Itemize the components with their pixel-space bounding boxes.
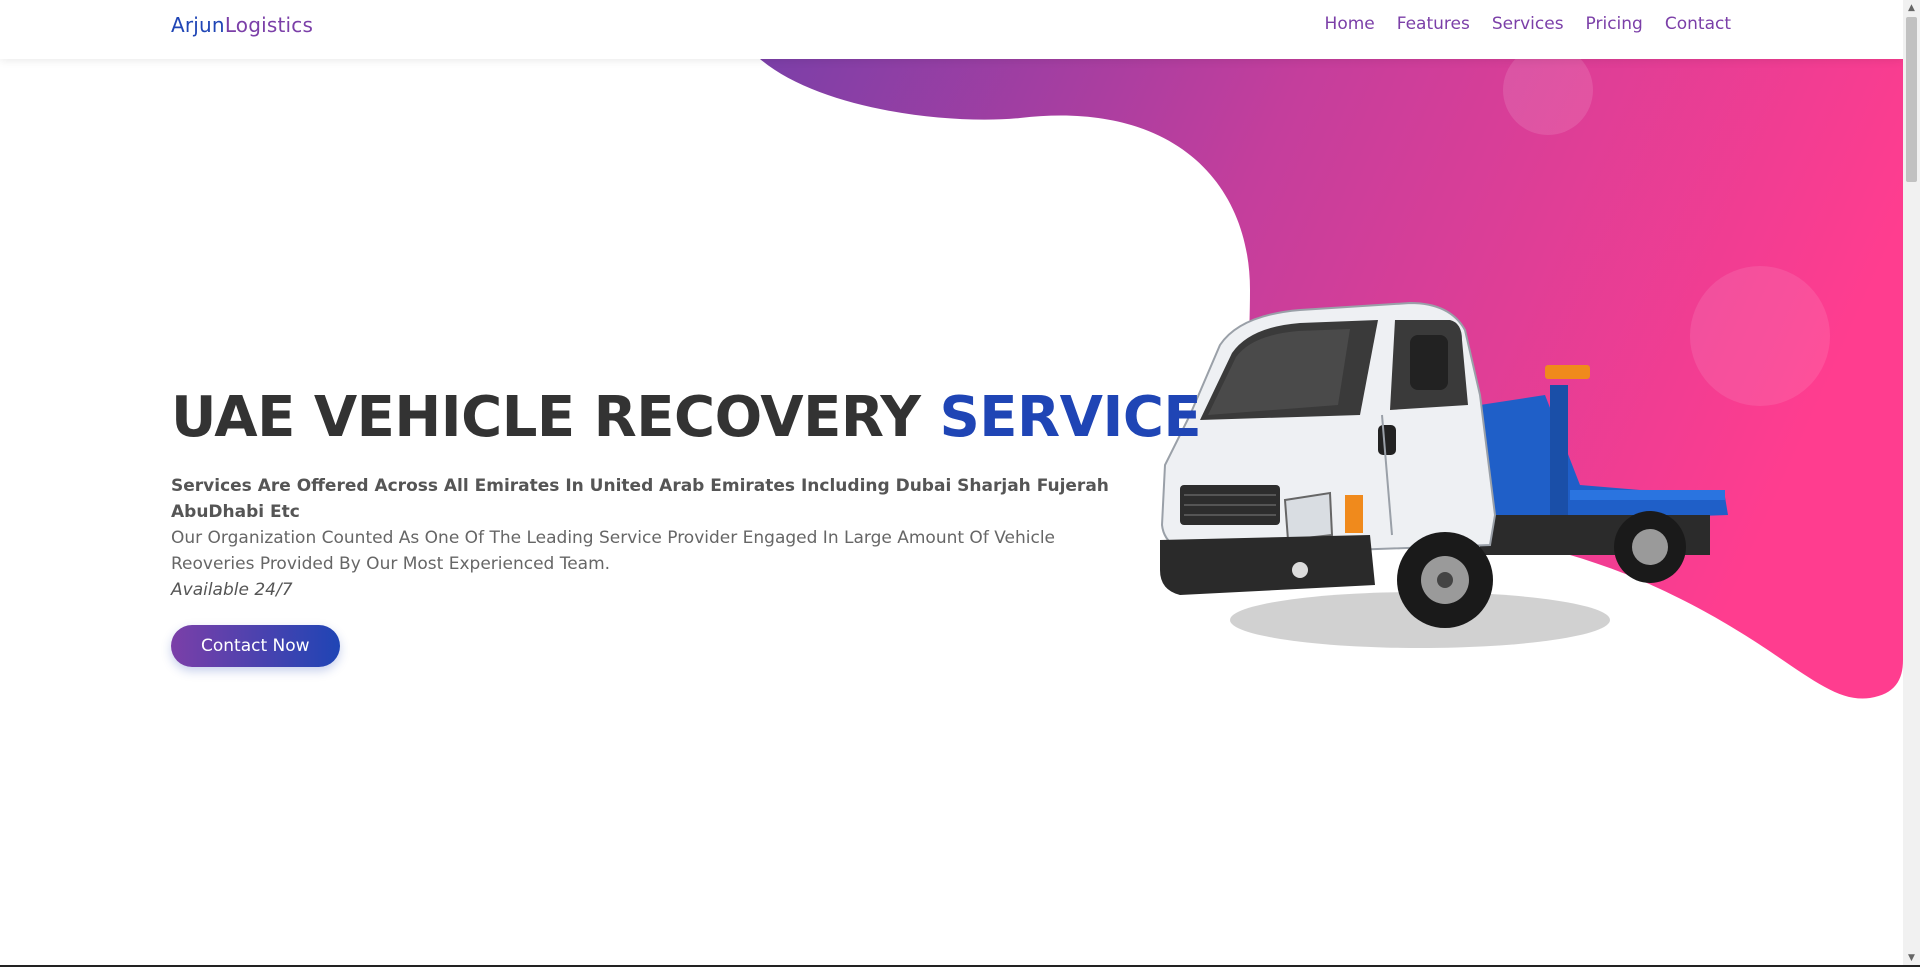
hero-title: UAE VEHICLE RECOVERY SERVICE xyxy=(171,383,1202,453)
hero-description: Our Organization Counted As One Of The L… xyxy=(171,528,1055,574)
nav-link-features[interactable]: Features xyxy=(1397,14,1470,34)
hero-title-accent: SERVICE xyxy=(939,385,1202,450)
arrow-up-icon[interactable]: ▲ xyxy=(1903,0,1920,17)
main-navigation: Home Features Services Pricing Contact xyxy=(1325,14,1731,34)
hero-title-main: UAE VEHICLE RECOVERY xyxy=(171,385,940,450)
nav-link-contact[interactable]: Contact xyxy=(1665,14,1731,34)
nav-link-home[interactable]: Home xyxy=(1325,14,1375,34)
nav-link-services[interactable]: Services xyxy=(1492,14,1564,34)
nav-link-pricing[interactable]: Pricing xyxy=(1586,14,1643,34)
hero-lead-text: Services Are Offered Across All Emirates… xyxy=(171,476,1109,522)
tow-truck-illustration xyxy=(1160,301,1728,648)
vertical-scrollbar[interactable]: ▲ ▼ xyxy=(1903,0,1920,967)
scrollbar-thumb[interactable] xyxy=(1906,17,1917,182)
top-navbar: ArjunLogistics Home Features Services Pr… xyxy=(0,0,1903,59)
hero-section: UAE VEHICLE RECOVERY SERVICE Services Ar… xyxy=(171,383,1202,667)
page-viewport: ArjunLogistics Home Features Services Pr… xyxy=(0,0,1903,967)
hero-availability: Available 24/7 xyxy=(171,580,293,600)
brand-name-part1: Arjun xyxy=(171,13,225,37)
brand-logo-link[interactable]: ArjunLogistics xyxy=(171,13,313,37)
brand-name-part2: Logistics xyxy=(224,13,314,37)
contact-now-button[interactable]: Contact Now xyxy=(171,625,340,667)
